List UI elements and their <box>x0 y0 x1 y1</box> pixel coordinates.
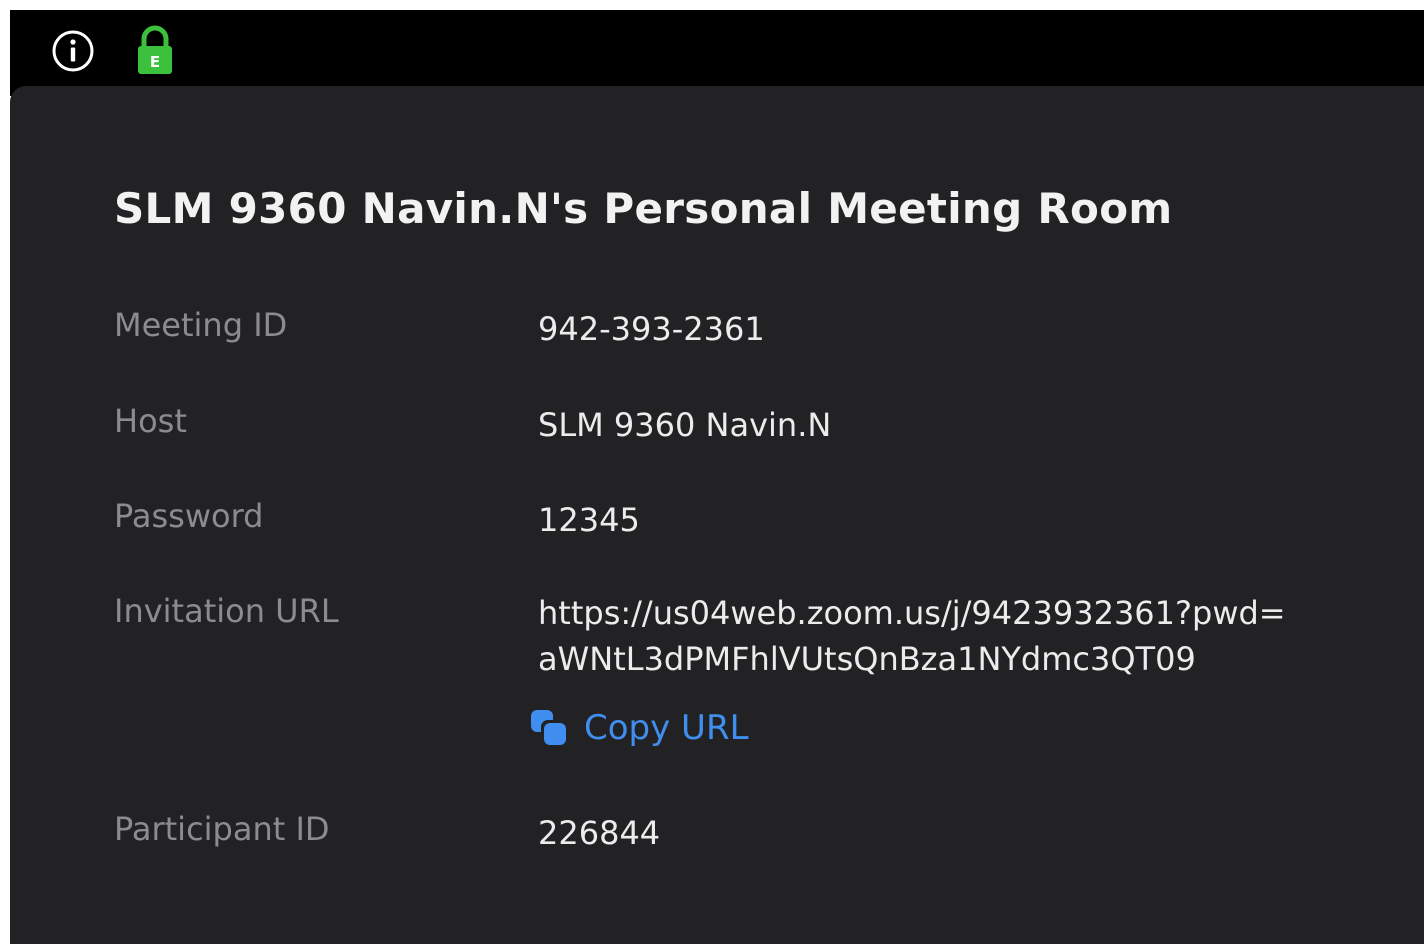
participant-id-label: Participant ID <box>114 810 330 848</box>
meeting-info-window: E SLM 9360 Navin.N's Personal Meeting Ro… <box>0 0 1424 944</box>
invitation-url-line-2: aWNtL3dPMFhlVUtsQnBza1NYdmc3QT09 <box>538 640 1196 678</box>
password-value: 12345 <box>538 501 640 539</box>
top-toolbar <box>10 10 1424 96</box>
meeting-id-label: Meeting ID <box>114 306 288 344</box>
lock-badge-letter: E <box>150 53 160 71</box>
invitation-url-line-1: https://us04web.zoom.us/j/9423932361?pwd… <box>538 594 1286 632</box>
password-label: Password <box>114 497 264 535</box>
participant-id-value: 226844 <box>538 814 661 852</box>
meeting-id-value: 942-393-2361 <box>538 310 765 348</box>
host-label: Host <box>114 402 187 440</box>
copy-url-label: Copy URL <box>584 708 749 748</box>
copy-url-button[interactable]: Copy URL <box>528 704 749 752</box>
invitation-url-label: Invitation URL <box>114 592 339 630</box>
meeting-title: SLM 9360 Navin.N's Personal Meeting Room <box>114 184 1173 233</box>
invitation-url-value: https://us04web.zoom.us/j/9423932361?pwd… <box>538 590 1286 682</box>
info-icon[interactable] <box>50 28 96 74</box>
host-value: SLM 9360 Navin.N <box>538 406 832 444</box>
copy-icon <box>531 710 567 746</box>
encrypted-lock-icon[interactable]: E <box>134 24 176 76</box>
